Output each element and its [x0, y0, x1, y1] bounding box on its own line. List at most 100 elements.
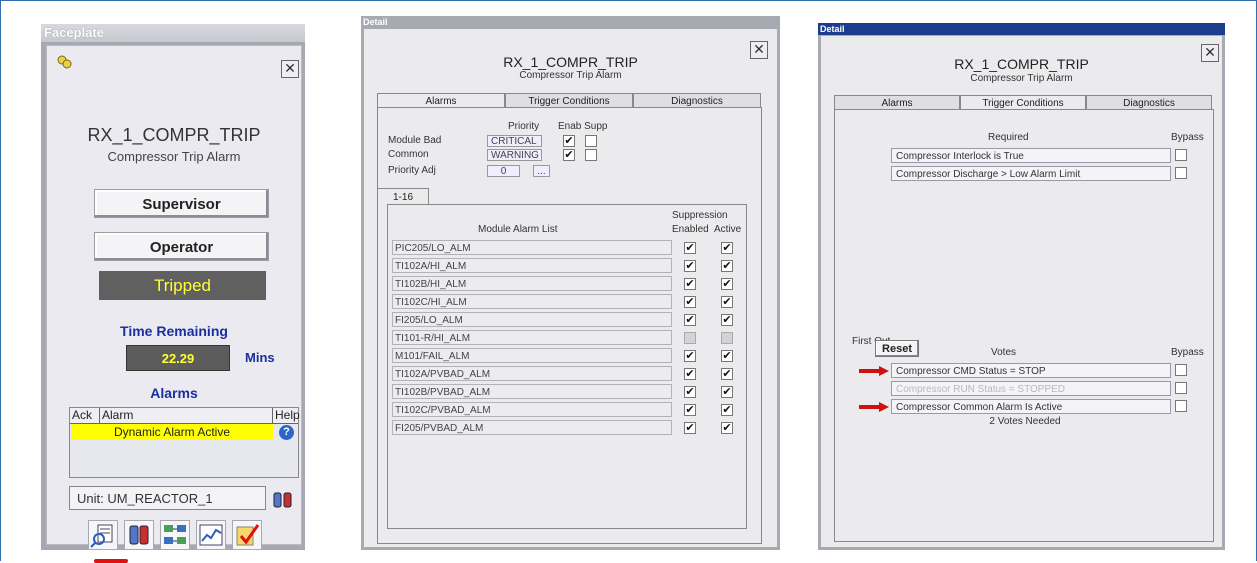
status-indicator: Tripped: [99, 271, 266, 300]
vote-condition: Compressor RUN Status = STOPPED: [891, 381, 1171, 396]
common-suppress-checkbox[interactable]: [585, 149, 597, 161]
tab-trigger-conditions[interactable]: Trigger Conditions: [960, 95, 1086, 110]
alarm-list-item[interactable]: TI102C/PVBAD_ALM: [392, 402, 672, 417]
active-header: Active: [714, 224, 742, 235]
suppression-active-checkbox[interactable]: ✔: [721, 242, 733, 254]
required-bypass-checkbox[interactable]: [1175, 167, 1187, 179]
required-condition: Compressor Discharge > Low Alarm Limit: [891, 166, 1171, 181]
trend-icon[interactable]: [196, 520, 226, 550]
tab-alarms[interactable]: Alarms: [377, 93, 505, 108]
module-alarm-list-pane: Suppression Module Alarm List Enabled Ac…: [387, 204, 747, 529]
close-icon[interactable]: ✕: [281, 60, 299, 78]
alarm-list-item[interactable]: TI102B/PVBAD_ALM: [392, 384, 672, 399]
vote-bypass-checkbox[interactable]: [1175, 364, 1187, 376]
help-column-header[interactable]: Help: [273, 408, 300, 423]
suppression-enabled-checkbox[interactable]: ✔: [684, 350, 696, 362]
tab-diagnostics[interactable]: Diagnostics: [633, 93, 761, 108]
enab-supp-header: Enab Supp: [558, 121, 608, 132]
suppression-enabled-checkbox[interactable]: ✔: [684, 260, 696, 272]
suppression-active-checkbox[interactable]: ✔: [721, 314, 733, 326]
suppression-enabled-checkbox[interactable]: [684, 332, 696, 344]
suppression-enabled-checkbox[interactable]: ✔: [684, 422, 696, 434]
unit-icon[interactable]: [272, 488, 294, 510]
alarm-list-item[interactable]: TI102A/HI_ALM: [392, 258, 672, 273]
suppression-enabled-checkbox[interactable]: ✔: [684, 278, 696, 290]
reset-button[interactable]: Reset: [875, 340, 919, 357]
tab-bar: Alarms Trigger Conditions Diagnostics: [377, 93, 761, 108]
supervisor-button[interactable]: Supervisor: [94, 189, 269, 218]
suppression-active-checkbox[interactable]: ✔: [721, 422, 733, 434]
suppression-active-checkbox[interactable]: ✔: [721, 278, 733, 290]
suppression-enabled-checkbox[interactable]: ✔: [684, 404, 696, 416]
required-condition: Compressor Interlock is True: [891, 148, 1171, 163]
time-remaining-value: 22.29: [126, 345, 230, 371]
suppression-label: Suppression: [672, 210, 728, 221]
required-bypass-checkbox[interactable]: [1175, 149, 1187, 161]
bypass-header: Bypass: [1171, 132, 1204, 143]
suppression-enabled-checkbox[interactable]: ✔: [684, 296, 696, 308]
tab-trigger-conditions[interactable]: Trigger Conditions: [505, 93, 633, 108]
vote-bypass-checkbox[interactable]: [1175, 382, 1187, 394]
module-bad-priority[interactable]: CRITICAL: [487, 135, 542, 147]
unit-field: Unit: UM_REACTOR_1: [69, 486, 266, 510]
first-out-arrow-icon: [859, 366, 889, 376]
detail-title: Detail: [818, 23, 1225, 35]
alarm-list-item[interactable]: TI102C/HI_ALM: [392, 294, 672, 309]
suppression-enabled-checkbox[interactable]: ✔: [684, 242, 696, 254]
detail-body: ✕ RX_1_COMPR_TRIP Compressor Trip Alarm …: [364, 29, 777, 547]
operator-button[interactable]: Operator: [94, 232, 269, 261]
faceplate-body: ✕ RX_1_COMPR_TRIP Compressor Trip Alarm …: [46, 45, 302, 563]
alarm-list-item[interactable]: FI205/PVBAD_ALM: [392, 420, 672, 435]
faceplate-title: Faceplate: [41, 24, 305, 42]
alarm-list-item[interactable]: M101/FAIL_ALM: [392, 348, 672, 363]
vote-condition: Compressor CMD Status = STOP: [891, 363, 1171, 378]
suppression-active-checkbox[interactable]: ✔: [721, 386, 733, 398]
common-enable-checkbox[interactable]: ✔: [563, 149, 575, 161]
ack-column-header[interactable]: Ack: [70, 408, 100, 423]
tag-description: Compressor Trip Alarm: [107, 149, 241, 164]
suppression-active-checkbox[interactable]: ✔: [721, 350, 733, 362]
common-priority[interactable]: WARNING: [487, 149, 542, 161]
priority-adj-browse-button[interactable]: ...: [533, 165, 550, 177]
alarm-list-item[interactable]: PIC205/LO_ALM: [392, 240, 672, 255]
alarm-row[interactable]: Dynamic Alarm Active: [71, 424, 273, 440]
vote-bypass-checkbox[interactable]: [1175, 400, 1187, 412]
module-bad-enable-checkbox[interactable]: ✔: [563, 135, 575, 147]
tab-1-16[interactable]: 1-16: [377, 188, 429, 205]
tag-name: RX_1_COMPR_TRIP: [503, 54, 638, 70]
alarm-list-item[interactable]: FI205/LO_ALM: [392, 312, 672, 327]
alarm-list-item[interactable]: TI102B/HI_ALM: [392, 276, 672, 291]
detail-title: Detail: [363, 17, 388, 27]
unit-icon[interactable]: [124, 520, 154, 550]
suppression-enabled-checkbox[interactable]: ✔: [684, 314, 696, 326]
alarm-list-item[interactable]: TI101-R/HI_ALM: [392, 330, 672, 345]
active-icon-underline: [94, 559, 128, 563]
suppression-enabled-checkbox[interactable]: ✔: [684, 386, 696, 398]
tab-diagnostics[interactable]: Diagnostics: [1086, 95, 1212, 110]
module-bad-suppress-checkbox[interactable]: [585, 135, 597, 147]
alarms-tab-pane: Priority Enab Supp Module Bad CRITICAL ✔…: [377, 107, 762, 544]
enabled-header: Enabled: [672, 224, 709, 235]
suppression-active-checkbox[interactable]: ✔: [721, 404, 733, 416]
suppression-active-checkbox[interactable]: [721, 332, 733, 344]
detail-window-trigger: Detail ✕ RX_1_COMPR_TRIP Compressor Trip…: [818, 23, 1225, 550]
detail-body: ✕ RX_1_COMPR_TRIP Compressor Trip Alarm …: [821, 36, 1222, 547]
time-remaining-label: Time Remaining: [120, 323, 228, 339]
trigger-tab-pane: Required Bypass Compressor Interlock is …: [834, 109, 1214, 542]
votes-bypass-header: Bypass: [1171, 347, 1204, 358]
suppression-active-checkbox[interactable]: ✔: [721, 260, 733, 272]
suppression-active-checkbox[interactable]: ✔: [721, 296, 733, 308]
module-icon[interactable]: [160, 520, 190, 550]
acknowledge-icon[interactable]: [232, 520, 262, 550]
module-bad-label: Module Bad: [388, 135, 442, 146]
suppression-enabled-checkbox[interactable]: ✔: [684, 368, 696, 380]
detail-icon[interactable]: [88, 520, 118, 550]
tab-alarms[interactable]: Alarms: [834, 95, 960, 110]
priority-adj-value[interactable]: 0: [487, 165, 520, 177]
alarm-list-item[interactable]: TI102A/PVBAD_ALM: [392, 366, 672, 381]
help-icon[interactable]: ?: [279, 425, 294, 440]
link-icon[interactable]: [55, 53, 73, 71]
common-label: Common: [388, 149, 429, 160]
suppression-active-checkbox[interactable]: ✔: [721, 368, 733, 380]
alarm-column-header[interactable]: Alarm: [100, 408, 273, 423]
